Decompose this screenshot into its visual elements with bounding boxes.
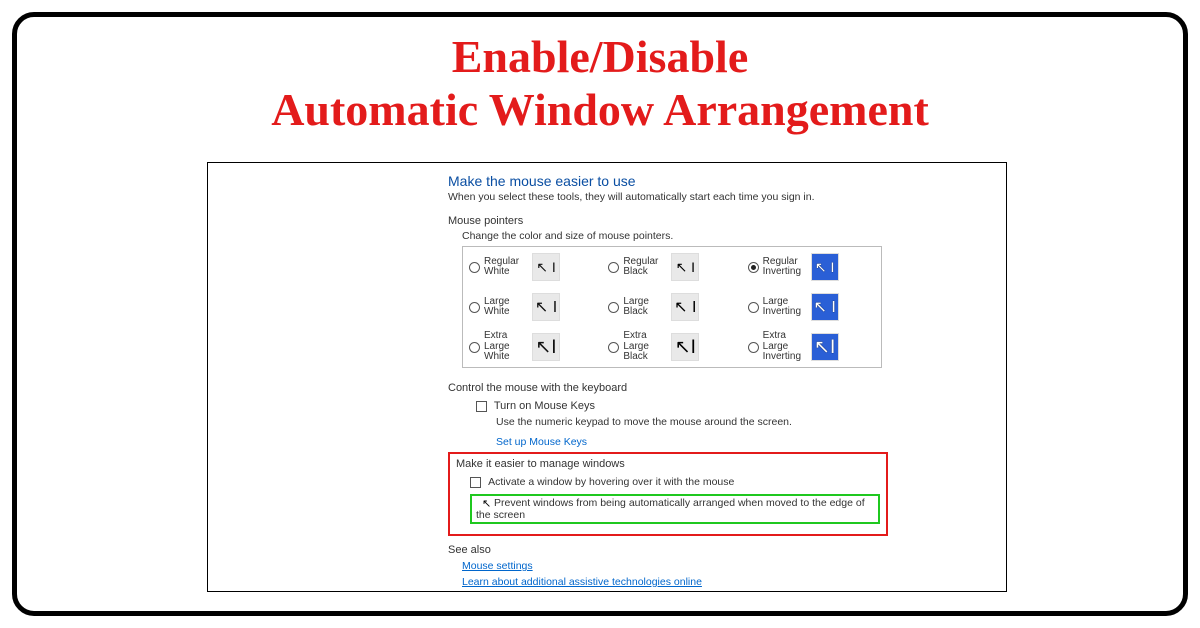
radio-icon: [608, 302, 619, 313]
radio-label: Regular Black: [623, 257, 667, 278]
radio-label: Regular Inverting: [763, 257, 807, 278]
headline: Enable/Disable Automatic Window Arrangem…: [17, 31, 1183, 137]
cursor-arrow-icon: ↖ I: [535, 297, 557, 317]
radio-label: Large White: [484, 297, 528, 318]
radio-label: Extra Large White: [484, 331, 528, 363]
cursor-swatch: ↖ I: [811, 253, 839, 281]
radio-xlarge-inverting[interactable]: Extra Large Inverting ↖I: [742, 327, 881, 367]
cursor-arrow-icon: ↖ I: [536, 259, 556, 276]
radio-label: Large Black: [623, 297, 667, 318]
cursor-arrow-icon: ↖I: [535, 336, 556, 359]
radio-icon: [748, 342, 759, 353]
cursor-swatch: ↖ I: [671, 253, 699, 281]
manage-windows-highlight: Make it easier to manage windows Activat…: [448, 452, 888, 536]
radio-label: Regular White: [484, 257, 528, 278]
panel-subtitle: When you select these tools, they will a…: [448, 191, 1006, 203]
mouse-cursor-icon: ↖: [482, 497, 491, 510]
activate-hover-label: Activate a window by hovering over it wi…: [488, 476, 734, 488]
checkbox-icon: [470, 477, 481, 488]
mousekeys-label: Turn on Mouse Keys: [494, 400, 595, 412]
radio-icon: [748, 302, 759, 313]
radio-icon: [469, 302, 480, 313]
cursor-arrow-icon: ↖I: [814, 336, 835, 359]
setup-mouse-keys-link[interactable]: Set up Mouse Keys: [496, 436, 587, 448]
see-also-label: See also: [448, 544, 1006, 556]
radio-label: Extra Large Inverting: [763, 331, 807, 363]
cursor-swatch: ↖ I: [532, 253, 560, 281]
cursor-arrow-icon: ↖ I: [676, 259, 696, 276]
cursor-swatch: ↖I: [671, 333, 699, 361]
pointer-row: Large White ↖ I Large Black ↖ I Large In…: [463, 287, 881, 327]
radio-icon: [469, 262, 480, 273]
activate-hover-checkbox-row[interactable]: Activate a window by hovering over it wi…: [470, 476, 880, 488]
cursor-arrow-icon: ↖I: [675, 336, 696, 359]
section-manage-windows: Make it easier to manage windows: [456, 458, 880, 470]
radio-icon: [748, 262, 759, 273]
section-mouse-pointers: Mouse pointers: [448, 215, 1006, 227]
cursor-swatch: ↖ I: [811, 293, 839, 321]
radio-large-inverting[interactable]: Large Inverting ↖ I: [742, 287, 881, 327]
radio-label: Extra Large Black: [623, 331, 667, 363]
radio-regular-white[interactable]: Regular White ↖ I: [463, 247, 602, 287]
cursor-swatch: ↖ I: [532, 293, 560, 321]
radio-icon: [608, 262, 619, 273]
prevent-arrange-label: Prevent windows from being automatically…: [476, 497, 865, 521]
prevent-arrange-highlight[interactable]: ↖ Prevent windows from being automatical…: [470, 494, 880, 524]
radio-regular-inverting[interactable]: Regular Inverting ↖ I: [742, 247, 881, 287]
pointers-caption: Change the color and size of mouse point…: [462, 230, 1006, 242]
radio-large-white[interactable]: Large White ↖ I: [463, 287, 602, 327]
headline-line1: Enable/Disable: [17, 31, 1183, 84]
radio-regular-black[interactable]: Regular Black ↖ I: [602, 247, 741, 287]
panel-title: Make the mouse easier to use: [448, 173, 1006, 189]
pointer-row: Extra Large White ↖I Extra Large Black ↖…: [463, 327, 881, 367]
radio-large-black[interactable]: Large Black ↖ I: [602, 287, 741, 327]
cursor-arrow-icon: ↖ I: [674, 297, 696, 317]
cursor-swatch: ↖ I: [671, 293, 699, 321]
radio-label: Large Inverting: [763, 297, 807, 318]
section-keyboard-label: Control the mouse with the keyboard: [448, 382, 627, 394]
ease-of-access-panel: Make the mouse easier to use When you se…: [207, 162, 1007, 592]
pointer-row: Regular White ↖ I Regular Black ↖ I Regu…: [463, 247, 881, 287]
cursor-swatch: ↖I: [532, 333, 560, 361]
mousekeys-checkbox-row[interactable]: Turn on Mouse Keys: [476, 400, 1006, 412]
radio-xlarge-black[interactable]: Extra Large Black ↖I: [602, 327, 741, 367]
mouse-settings-link[interactable]: Mouse settings: [462, 560, 533, 572]
checkbox-icon: [476, 401, 487, 412]
radio-icon: [608, 342, 619, 353]
assistive-tech-link[interactable]: Learn about additional assistive technol…: [462, 576, 702, 588]
radio-xlarge-white[interactable]: Extra Large White ↖I: [463, 327, 602, 367]
cursor-arrow-icon: ↖ I: [815, 259, 835, 276]
radio-icon: [469, 342, 480, 353]
cursor-swatch: ↖I: [811, 333, 839, 361]
mousekeys-desc: Use the numeric keypad to move the mouse…: [496, 416, 1006, 428]
main-frame: Enable/Disable Automatic Window Arrangem…: [12, 12, 1188, 616]
headline-line2: Automatic Window Arrangement: [17, 84, 1183, 137]
section-keyboard: Control the mouse with the keyboard: [448, 382, 1006, 394]
pointer-grid: Regular White ↖ I Regular Black ↖ I Regu…: [462, 246, 882, 368]
cursor-arrow-icon: ↖ I: [814, 297, 836, 317]
